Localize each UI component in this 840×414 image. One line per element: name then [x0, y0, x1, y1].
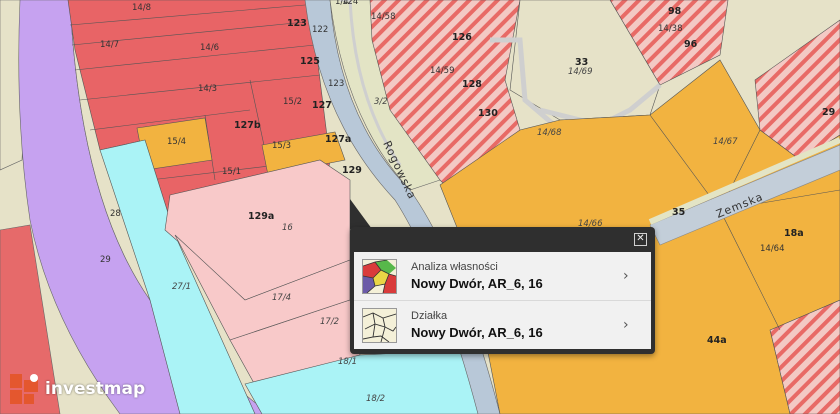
parcel-number-label: 14/3 — [198, 84, 217, 94]
parcel-number-label: 35 — [672, 207, 685, 218]
parcel-number-label: 15/1 — [222, 167, 241, 177]
parcel-number-label: 44a — [707, 335, 727, 346]
parcel-number-label: 27/1 — [172, 282, 191, 292]
parcel-number-label: 14/59 — [430, 66, 455, 76]
investmap-logo[interactable]: investmap — [8, 372, 145, 406]
parcel-number-label: 18/2 — [366, 394, 385, 404]
parcel-number-label: 18a — [784, 228, 804, 239]
parcel-number-label: 14/8 — [132, 3, 151, 13]
parcel-number-label: 1/4 — [335, 0, 349, 7]
parcel-number-label: 14/7 — [100, 40, 119, 50]
parcel-number-label: 29 — [822, 107, 835, 118]
parcel-number-label: 15/2 — [283, 97, 302, 107]
parcel-number-label: 17/2 — [320, 317, 339, 327]
parcel-number-label: 129a — [248, 211, 274, 222]
parcel-number-label: 16 — [282, 223, 293, 233]
parcel-number-label: 14/68 — [537, 128, 562, 138]
parcel-number-label: 128 — [462, 79, 482, 90]
parcel-number-label: 129 — [342, 165, 362, 176]
parcel-number-label: 127b — [234, 120, 261, 131]
parcel-number-label: 96 — [684, 39, 698, 50]
info-popup: ✕ Analiza własności Nowy Dwór, AR_6, 16 … — [350, 227, 655, 354]
parcel-number-label: 127 — [312, 100, 332, 111]
parcel-number-label: 127a — [325, 134, 351, 145]
parcel-number-label: 126 — [452, 32, 472, 43]
parcel-number-label: 14/64 — [760, 244, 785, 254]
parcel-number-label: 14/67 — [713, 137, 738, 147]
parcel-number-label: 3/2 — [374, 97, 388, 107]
ownership-map-icon — [362, 258, 397, 294]
popup-item-subtitle: Działka — [411, 310, 448, 322]
parcel-map-icon — [362, 307, 397, 343]
parcel-number-label: 14/6 — [200, 43, 219, 53]
popup-item-parcel[interactable]: Działka Nowy Dwór, AR_6, 16 › — [354, 301, 651, 349]
investmap-logo-icon — [10, 374, 38, 404]
parcel-number-label: 14/58 — [371, 12, 396, 22]
parcel-number-label: 15/3 — [272, 141, 291, 151]
popup-item-subtitle: Analiza własności — [411, 261, 498, 273]
logo-text: investmap — [45, 379, 146, 399]
popup-pointer — [350, 199, 372, 229]
parcel-number-label: 17/4 — [272, 293, 291, 303]
parcel-number-label: 29 — [100, 255, 111, 265]
chevron-right-icon: › — [623, 317, 629, 333]
parcel-number-label: 125 — [300, 56, 320, 67]
chevron-right-icon: › — [623, 268, 629, 284]
parcel-number-label: 15/4 — [167, 137, 186, 147]
parcel-number-label: 98 — [668, 6, 682, 17]
parcel-number-label: 123 — [328, 79, 344, 89]
parcel-number-label: 122 — [312, 25, 328, 35]
parcel-number-label: 14/69 — [568, 67, 593, 77]
parcel-number-label: 18/1 — [338, 357, 357, 367]
parcel-number-label: 14/38 — [658, 24, 683, 34]
parcel-number-label: 28 — [110, 209, 121, 219]
popup-item-ownership-analysis[interactable]: Analiza własności Nowy Dwór, AR_6, 16 › — [354, 252, 651, 301]
popup-item-title: Nowy Dwór, AR_6, 16 — [411, 325, 543, 340]
parcel-number-label: 123 — [287, 18, 307, 29]
close-button[interactable]: ✕ — [634, 233, 647, 246]
popup-item-title: Nowy Dwór, AR_6, 16 — [411, 276, 543, 291]
parcel-number-label: 130 — [478, 108, 498, 119]
